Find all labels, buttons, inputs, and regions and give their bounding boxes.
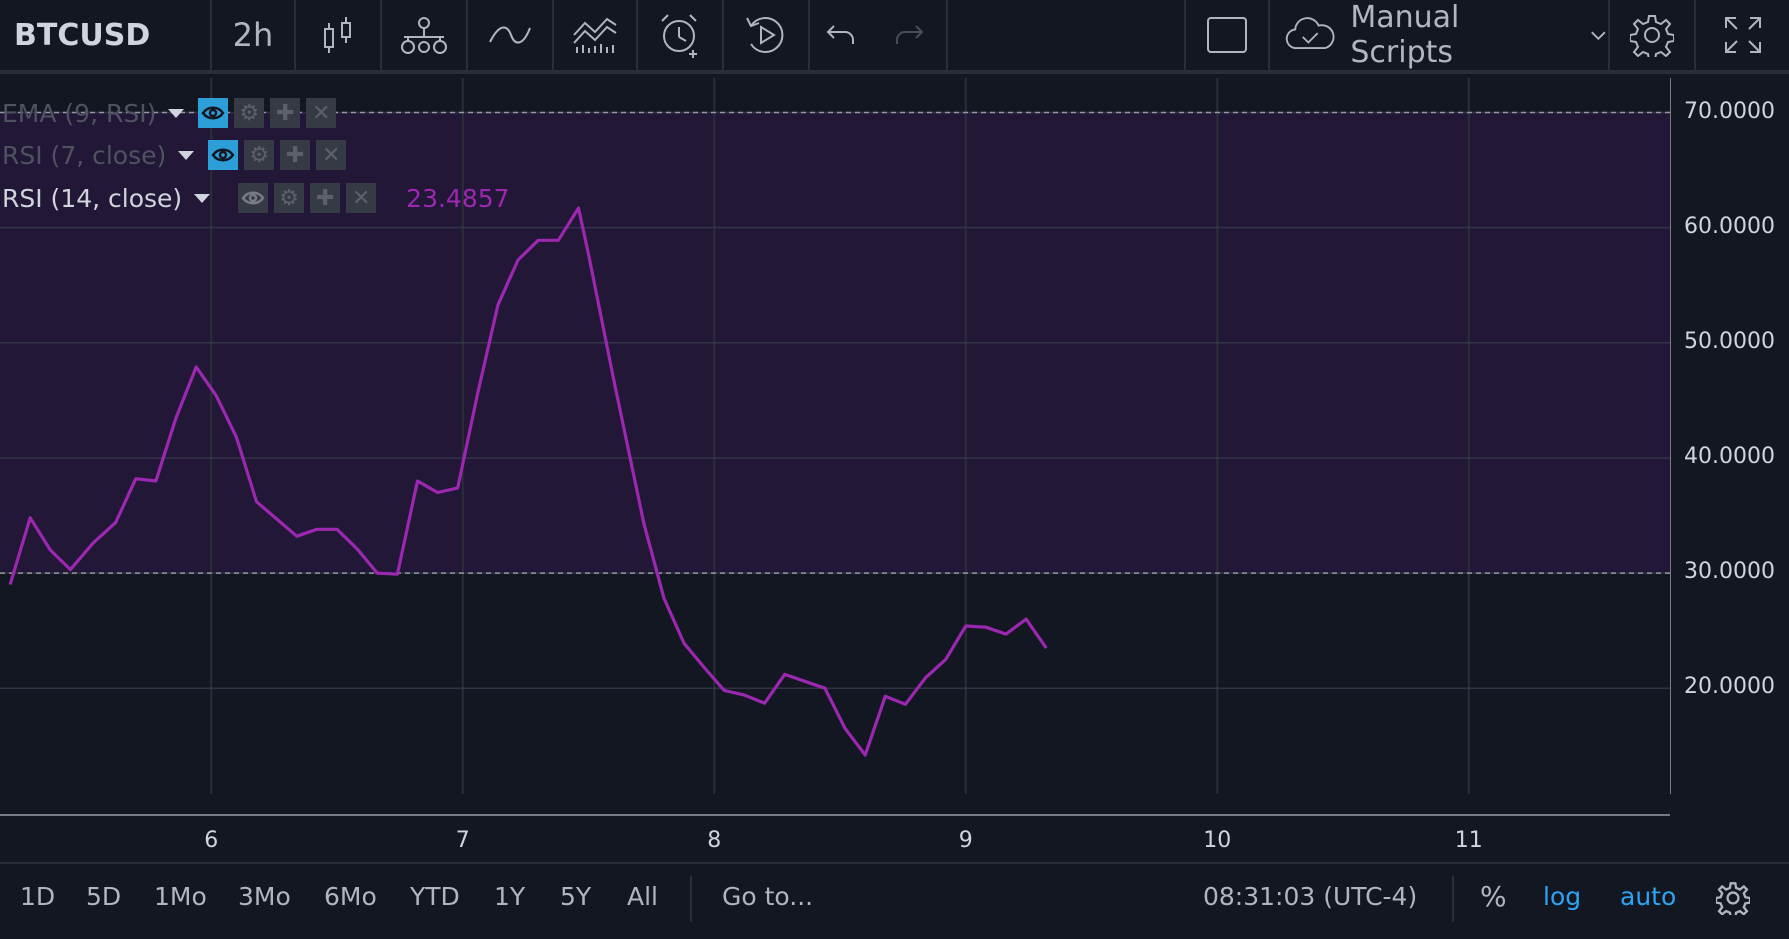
redo-button[interactable] bbox=[872, 0, 948, 70]
price-axis-tick-label: 20.0000 bbox=[1684, 674, 1775, 700]
time-axis-tick-label: 11 bbox=[1454, 828, 1483, 853]
indicators-button[interactable] bbox=[468, 0, 554, 70]
divider bbox=[690, 876, 692, 922]
eye-icon[interactable] bbox=[208, 140, 239, 170]
close-icon[interactable]: ✕ bbox=[306, 98, 337, 128]
legend-label-ema: EMA (9, RSI) bbox=[2, 98, 157, 128]
price-axis-tick-label: 60.0000 bbox=[1684, 213, 1775, 239]
range-all-button[interactable]: All bbox=[627, 882, 658, 911]
time-axis-tick-label: 7 bbox=[455, 828, 470, 853]
legend-row-rsi14[interactable]: RSI (14, close) ⚙ ✚ ✕ 23.4857 bbox=[2, 183, 510, 213]
financials-button[interactable] bbox=[554, 0, 638, 70]
undo-button[interactable] bbox=[810, 0, 872, 70]
range-1d-button[interactable]: 1D bbox=[20, 882, 55, 911]
replay-button[interactable] bbox=[724, 0, 810, 70]
percent-toggle[interactable]: % bbox=[1480, 880, 1507, 913]
candles-icon bbox=[324, 17, 351, 53]
fullscreen-button[interactable] bbox=[1696, 0, 1789, 70]
alert-icon bbox=[661, 14, 697, 58]
compare-icon bbox=[401, 17, 447, 54]
divider bbox=[1452, 876, 1454, 922]
cloud-icon bbox=[1285, 17, 1335, 50]
plus-icon[interactable]: ✚ bbox=[280, 140, 311, 170]
log-toggle[interactable]: log bbox=[1543, 882, 1581, 911]
replay-icon bbox=[746, 17, 784, 53]
legend-row-ema[interactable]: EMA (9, RSI) ⚙ ✚ ✕ bbox=[2, 98, 342, 128]
range-5d-button[interactable]: 5D bbox=[86, 882, 121, 911]
bottom-toolbar: 1D 5D 1Mo 3Mo 6Mo YTD 1Y 5Y All Go to...… bbox=[0, 862, 1789, 939]
top-toolbar: BTCUSD 2h Manual Scripts bbox=[0, 0, 1789, 74]
financials-icon bbox=[573, 17, 617, 53]
symbol-search-button[interactable]: BTCUSD bbox=[0, 0, 212, 70]
layout-square-icon bbox=[1207, 17, 1247, 53]
chart-pane[interactable]: EMA (9, RSI) ⚙ ✚ ✕ RSI (7, close) ⚙ ✚ ✕ … bbox=[0, 78, 1670, 816]
time-axis-tick-label: 8 bbox=[707, 828, 722, 853]
range-6mo-button[interactable]: 6Mo bbox=[324, 882, 377, 911]
chart-type-button[interactable] bbox=[296, 0, 382, 70]
close-icon[interactable]: ✕ bbox=[346, 183, 377, 213]
interval-label: 2h bbox=[232, 16, 274, 54]
gear-icon[interactable]: ⚙ bbox=[244, 140, 275, 170]
caret-down-icon[interactable] bbox=[168, 108, 185, 118]
time-axis[interactable] bbox=[0, 816, 1789, 862]
gear-icon[interactable] bbox=[1716, 881, 1750, 915]
gear-icon[interactable]: ⚙ bbox=[234, 98, 265, 128]
fullscreen-icon bbox=[1724, 17, 1761, 53]
manual-scripts-label: Manual Scripts bbox=[1350, 0, 1460, 70]
legend-row-rsi7[interactable]: RSI (7, close) ⚙ ✚ ✕ bbox=[2, 140, 352, 170]
undo-icon bbox=[826, 25, 854, 44]
indicators-icon bbox=[489, 26, 531, 44]
symbol-label: BTCUSD bbox=[14, 17, 151, 53]
time-axis-tick-label: 9 bbox=[958, 828, 973, 853]
range-5y-button[interactable]: 5Y bbox=[560, 882, 591, 911]
time-axis-tick-label: 10 bbox=[1203, 828, 1232, 853]
layout-button[interactable] bbox=[1184, 0, 1270, 70]
caret-down-icon[interactable] bbox=[178, 150, 195, 160]
gear-icon[interactable]: ⚙ bbox=[274, 183, 305, 213]
gear-icon bbox=[1630, 15, 1674, 57]
legend-label-rsi7: RSI (7, close) bbox=[2, 140, 167, 170]
manual-scripts-button[interactable]: Manual Scripts bbox=[1270, 0, 1610, 70]
close-icon[interactable]: ✕ bbox=[316, 140, 347, 170]
eye-icon[interactable] bbox=[198, 98, 229, 128]
plus-icon[interactable]: ✚ bbox=[270, 98, 301, 128]
time-axis-tick-label: 6 bbox=[204, 828, 219, 853]
range-3mo-button[interactable]: 3Mo bbox=[238, 882, 291, 911]
caret-down-icon[interactable] bbox=[194, 193, 211, 203]
auto-toggle[interactable]: auto bbox=[1620, 882, 1676, 911]
redo-icon bbox=[896, 25, 924, 44]
legend-value-rsi14: 23.4857 bbox=[406, 183, 510, 213]
price-axis-tick-label: 40.0000 bbox=[1684, 443, 1775, 469]
price-axis-tick-label: 70.0000 bbox=[1684, 98, 1775, 124]
range-1y-button[interactable]: 1Y bbox=[494, 882, 525, 911]
range-ytd-button[interactable]: YTD bbox=[410, 882, 460, 911]
eye-icon[interactable] bbox=[238, 183, 269, 213]
interval-button[interactable]: 2h bbox=[212, 0, 296, 70]
plus-icon[interactable]: ✚ bbox=[310, 183, 341, 213]
chevron-down-icon bbox=[1591, 31, 1606, 41]
compare-button[interactable] bbox=[382, 0, 468, 70]
clock-timezone[interactable]: 08:31:03 (UTC-4) bbox=[1203, 882, 1417, 911]
price-axis-tick-label: 50.0000 bbox=[1684, 328, 1775, 354]
goto-button[interactable]: Go to... bbox=[722, 882, 813, 911]
legend-label-rsi14: RSI (14, close) bbox=[2, 183, 183, 213]
price-axis-tick-label: 30.0000 bbox=[1684, 559, 1775, 585]
range-1mo-button[interactable]: 1Mo bbox=[154, 882, 207, 911]
settings-button[interactable] bbox=[1610, 0, 1696, 70]
alert-button[interactable] bbox=[638, 0, 724, 70]
